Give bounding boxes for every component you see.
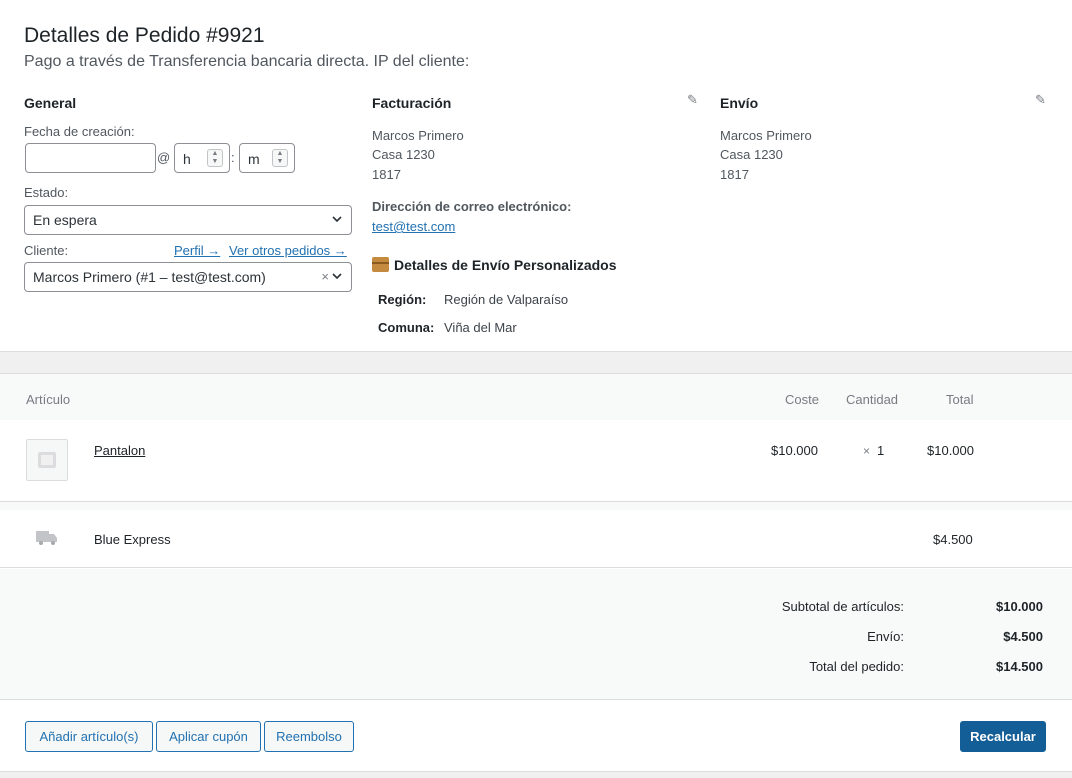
pencil-icon[interactable]: ✎: [687, 92, 698, 108]
customer-value: Marcos Primero (#1 – test@test.com): [33, 269, 266, 285]
add-item-button[interactable]: Añadir artículo(s): [25, 721, 153, 752]
item-cost: $10.000: [771, 443, 818, 458]
customer-profile-link[interactable]: Perfil →: [174, 243, 220, 258]
region-label: Región:: [378, 292, 427, 307]
order-title: Detalles de Pedido #9921: [24, 24, 265, 47]
table-row: Pantalon $10.000 × 1 $10.000: [0, 420, 1072, 502]
page-bottom-edge: [0, 772, 1072, 778]
billing-heading: Facturación: [372, 95, 452, 111]
refund-button[interactable]: Reembolso: [264, 721, 354, 752]
apply-coupon-button[interactable]: Aplicar cupón: [156, 721, 261, 752]
order-totals: Subtotal de artículos: $10.000 Envío: $4…: [0, 569, 1072, 700]
general-heading: General: [24, 95, 77, 111]
status-select[interactable]: En espera: [24, 205, 352, 235]
shipping-address-line: Marcos Primero: [720, 128, 812, 143]
status-label: Estado:: [24, 185, 69, 200]
shipping-method-name: Blue Express: [94, 532, 171, 547]
billing-address-line: Marcos Primero: [372, 128, 464, 143]
pencil-icon[interactable]: ✎: [1035, 92, 1046, 108]
shipping-line-total: $4.500: [933, 532, 973, 547]
row-separator: [0, 502, 1072, 510]
package-icon: [372, 257, 389, 272]
items-table-header: Artículo Coste Cantidad Total: [0, 374, 1072, 420]
view-other-orders-link[interactable]: Ver otros pedidos →: [229, 243, 347, 258]
subtotal-label: Subtotal de artículos:: [781, 599, 904, 614]
status-value: En espera: [33, 212, 97, 228]
minute-input[interactable]: m ▲ ▼: [239, 143, 295, 173]
order-items-panel: Artículo Coste Cantidad Total Pantalon $…: [0, 373, 1072, 772]
chevron-down-icon: [332, 273, 342, 280]
shipping-total-label: Envío:: [867, 629, 904, 644]
shipping-line-row: Blue Express $4.500: [0, 510, 1072, 568]
hour-input[interactable]: h ▲ ▼: [174, 143, 230, 173]
order-payment-info: Pago a través de Transferencia bancaria …: [24, 53, 470, 70]
item-quantity: 1: [877, 443, 885, 458]
hour-placeholder: h: [183, 151, 191, 167]
subtotal-value: $10.000: [996, 599, 1043, 614]
column-header-item: Artículo: [26, 392, 71, 407]
order-total-value: $14.500: [996, 659, 1043, 674]
column-header-quantity: Cantidad: [846, 392, 899, 407]
date-created-label: Fecha de creación:: [24, 124, 135, 139]
quantity-multiplier: ×: [863, 444, 871, 458]
shipping-heading: Envío: [720, 95, 759, 111]
spinner-arrows-icon[interactable]: ▲ ▼: [207, 149, 223, 167]
custom-shipping-title: Detalles de Envío Personalizados: [372, 257, 617, 273]
billing-address-line: Casa 1230: [372, 147, 435, 162]
column-header-total: Total: [946, 392, 974, 407]
truck-icon: [36, 531, 57, 545]
clear-icon[interactable]: ×: [321, 269, 329, 284]
column-header-cost: Coste: [785, 392, 819, 407]
commune-value: Viña del Mar: [444, 320, 517, 335]
shipping-address-line: 1817: [720, 167, 749, 182]
item-total: $10.000: [927, 443, 974, 458]
product-link[interactable]: Pantalon: [94, 443, 145, 458]
billing-address-line: 1817: [372, 167, 401, 182]
image-placeholder-icon: [26, 439, 68, 481]
time-separator: :: [231, 150, 235, 165]
minute-placeholder: m: [248, 151, 260, 167]
customer-label: Cliente:: [24, 243, 69, 258]
date-created-input[interactable]: [25, 143, 156, 173]
customer-select[interactable]: Marcos Primero (#1 – test@test.com) ×: [24, 262, 352, 292]
shipping-total-value: $4.500: [1003, 629, 1043, 644]
spinner-arrows-icon[interactable]: ▲ ▼: [272, 149, 288, 167]
region-value: Región de Valparaíso: [444, 292, 569, 307]
commune-label: Comuna:: [378, 320, 435, 335]
order-data-panel: Detalles de Pedido #9921 Pago a través d…: [0, 0, 1072, 352]
at-symbol: @: [157, 150, 171, 165]
billing-email-link[interactable]: test@test.com: [372, 219, 455, 234]
order-actions: Añadir artículo(s) Aplicar cupón Reembol…: [0, 701, 1072, 771]
shipping-address-line: Casa 1230: [720, 147, 783, 162]
custom-shipping-title-text: Detalles de Envío Personalizados: [394, 257, 617, 273]
recalculate-button[interactable]: Recalcular: [960, 721, 1046, 752]
chevron-down-icon: [332, 216, 342, 223]
order-total-label: Total del pedido:: [809, 659, 904, 674]
email-label: Dirección de correo electrónico:: [372, 199, 572, 214]
